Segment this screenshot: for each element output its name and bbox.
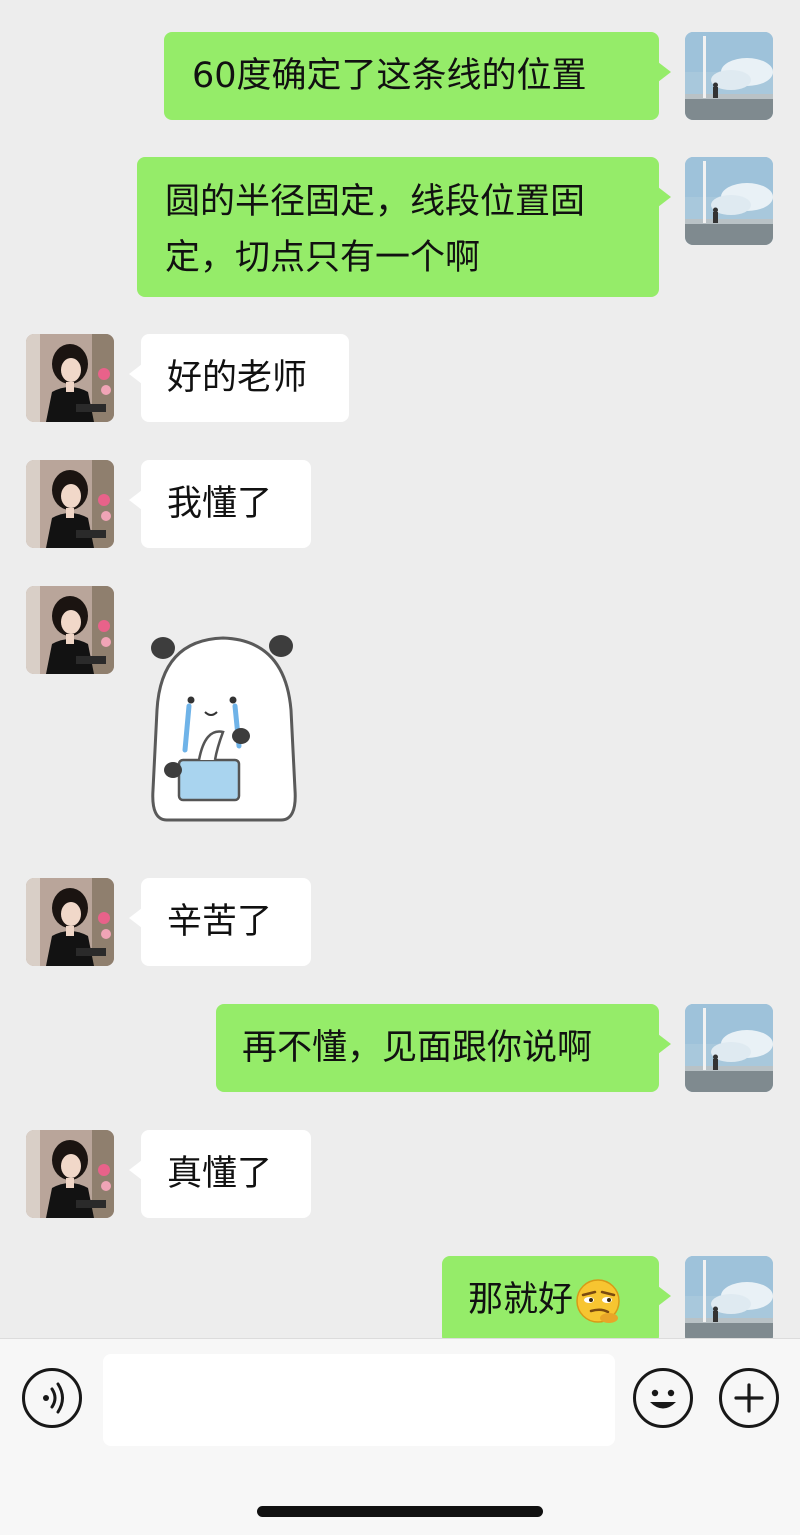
contact-avatar[interactable]	[26, 460, 114, 548]
message-bubble-sent[interactable]: 60度确定了这条线的位置	[164, 32, 671, 120]
emoji-icon	[650, 1389, 676, 1409]
message-bubble-received[interactable]: 真懂了	[129, 1130, 311, 1218]
contact-avatar[interactable]	[26, 586, 114, 674]
more-functions-button[interactable]	[719, 1368, 779, 1428]
avatar-image	[26, 878, 114, 966]
message-input[interactable]	[103, 1354, 615, 1446]
message-text: 那就好	[468, 1280, 574, 1320]
avatar-image	[685, 1256, 773, 1338]
my-avatar[interactable]	[685, 1256, 773, 1338]
avatar-image	[685, 32, 773, 120]
emoji-button[interactable]	[633, 1368, 693, 1428]
message-bubble-received[interactable]: 我懂了	[129, 460, 311, 548]
message-text: 真懂了	[167, 1154, 273, 1194]
contact-avatar[interactable]	[26, 878, 114, 966]
voice-icon	[43, 1382, 64, 1414]
message-text-line: 定，切点只有一个啊	[165, 238, 481, 278]
home-indicator	[257, 1506, 543, 1517]
plus-icon	[734, 1383, 764, 1413]
avatar-image	[26, 460, 114, 548]
avatar-image	[26, 586, 114, 674]
my-avatar[interactable]	[685, 157, 773, 245]
avatar-image	[26, 334, 114, 422]
message-bubble-sent[interactable]: 再不懂，见面跟你说啊	[216, 1004, 671, 1092]
avatar-image	[685, 157, 773, 245]
message-text: 60度确定了这条线的位置	[192, 56, 587, 96]
message-text: 我懂了	[167, 484, 273, 524]
message-bubble-received[interactable]: 辛苦了	[129, 878, 311, 966]
message-bubble-sent[interactable]: 圆的半径固定，线段位置固 定，切点只有一个啊	[137, 157, 671, 297]
message-text: 好的老师	[167, 358, 308, 398]
chat-message-list[interactable]: 60度确定了这条线的位置 圆的半径固定，线段位置固 定，切点只有一个啊 好的老师…	[0, 0, 800, 1338]
contact-avatar[interactable]	[26, 334, 114, 422]
message-text: 再不懂，见面跟你说啊	[242, 1028, 593, 1068]
message-text: 辛苦了	[167, 902, 273, 942]
message-bubble-received[interactable]: 好的老师	[129, 334, 349, 422]
panda-sticker-image	[151, 635, 297, 822]
message-bubble-sent[interactable]: 那就好	[442, 1256, 671, 1338]
avatar-image	[26, 1130, 114, 1218]
my-avatar[interactable]	[685, 32, 773, 120]
message-text-line: 圆的半径固定，线段位置固	[165, 182, 586, 222]
smirk-emoji-icon	[576, 1279, 620, 1323]
voice-button[interactable]	[22, 1368, 82, 1428]
contact-avatar[interactable]	[26, 1130, 114, 1218]
avatar-image	[685, 1004, 773, 1092]
crying-panda-tissue-sticker[interactable]	[145, 620, 305, 830]
my-avatar[interactable]	[685, 1004, 773, 1092]
